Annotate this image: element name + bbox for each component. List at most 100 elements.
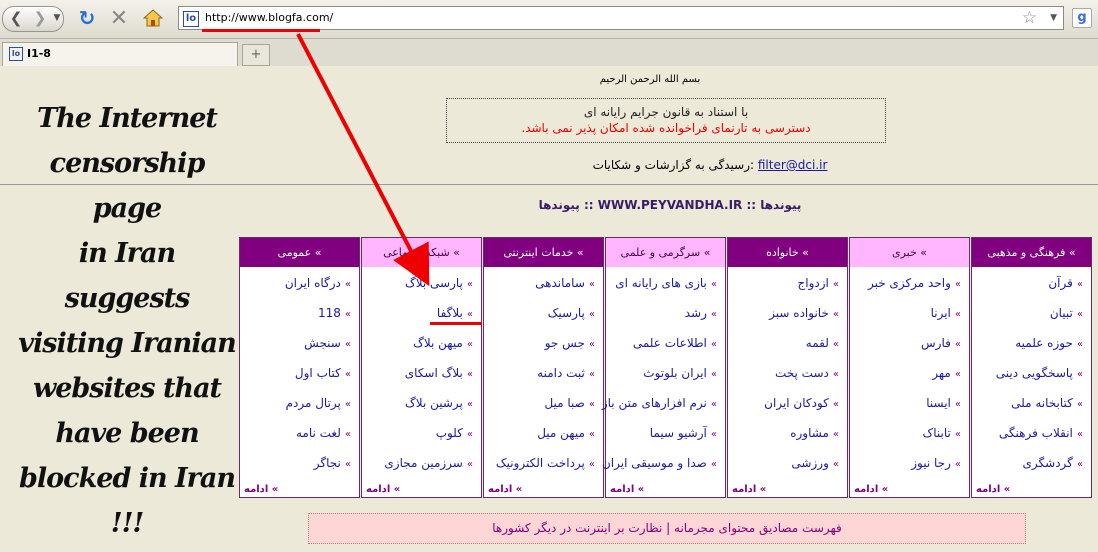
site-link[interactable]: »قرآن xyxy=(1048,276,1083,290)
site-link[interactable]: »کلوپ xyxy=(436,426,473,440)
site-link[interactable]: »پاسخگویی دینی xyxy=(996,366,1083,380)
site-link[interactable]: »اطلاعات علمی xyxy=(633,336,717,350)
url-dropdown-icon[interactable]: ▼ xyxy=(1050,13,1057,23)
site-link[interactable]: »میهن میل xyxy=(537,426,595,440)
footer-link-other-countries[interactable]: نظارت بر اینترنت در دیگر کشورها xyxy=(492,521,662,535)
browser-toolbar: ❮ ❯ ▼ ↻ ✕ lo http://www.blogfa.com/ ☆ ▼ … xyxy=(0,0,1098,39)
site-link[interactable]: »ورزشی xyxy=(791,456,839,470)
site-link[interactable]: »بازی های رایانه ای xyxy=(615,276,717,290)
bullet-icon: » xyxy=(344,459,351,470)
site-link[interactable]: »پارسیک xyxy=(548,306,595,320)
history-dropdown-button[interactable]: ▼ xyxy=(52,7,62,29)
google-search-icon[interactable]: g xyxy=(1072,8,1092,28)
category-title[interactable]: » سرگرمی و علمی xyxy=(606,238,725,267)
site-link[interactable]: »ایران بلوتوث xyxy=(643,366,717,380)
more-link[interactable]: » ادامه xyxy=(610,484,644,495)
site-favicon-icon: lo xyxy=(183,11,199,27)
bookmark-star-icon[interactable]: ☆ xyxy=(1022,8,1037,28)
site-link[interactable]: »جس جو xyxy=(545,336,595,350)
category-title[interactable]: » خدمات اینترنتی xyxy=(484,238,603,267)
site-link[interactable]: »بلاگ اسکای xyxy=(405,366,473,380)
site-link[interactable]: »گردشگری xyxy=(1023,456,1084,470)
site-link-label: کودکان ایران xyxy=(764,396,829,410)
site-link[interactable]: »ایسنا xyxy=(926,396,961,410)
bullet-icon: » xyxy=(344,339,351,350)
category-title[interactable]: » شبکه اجتماعی xyxy=(362,238,481,267)
site-link[interactable]: »فارس xyxy=(921,336,961,350)
site-link[interactable]: »نجاگر xyxy=(314,456,351,470)
site-link[interactable]: »درگاه ایران xyxy=(285,276,351,290)
site-link[interactable]: »دست پخت xyxy=(775,366,839,380)
site-link[interactable]: »پرتال مردم xyxy=(286,396,351,410)
tab-active[interactable]: lo I1-8 xyxy=(2,42,238,66)
site-link[interactable]: »لقمه xyxy=(806,336,839,350)
site-link[interactable]: »آرشیو سیما xyxy=(650,426,717,440)
reload-button[interactable]: ↻ xyxy=(74,6,100,30)
forward-button[interactable]: ❯ xyxy=(30,7,50,29)
site-link[interactable]: »حوزه علمیه xyxy=(1015,336,1083,350)
site-link[interactable]: »پرشین بلاگ xyxy=(405,396,473,410)
site-link[interactable]: »صدا و موسیقی ایران xyxy=(602,456,717,470)
site-link[interactable]: »لغت نامه xyxy=(296,426,351,440)
site-link[interactable]: »تابناک xyxy=(923,426,961,440)
site-link[interactable]: »رشد xyxy=(685,306,717,320)
bullet-icon: » xyxy=(756,484,767,495)
bullet-icon: » xyxy=(710,399,717,410)
back-button[interactable]: ❮ xyxy=(4,7,28,29)
site-link[interactable]: »کتاب اول xyxy=(295,366,351,380)
category-title[interactable]: » خانواده xyxy=(728,238,847,267)
category-title[interactable]: » خبری xyxy=(850,238,969,267)
more-link[interactable]: » ادامه xyxy=(732,484,766,495)
bullet-icon: » xyxy=(311,246,322,259)
site-link[interactable]: »مهر xyxy=(932,366,961,380)
site-link[interactable]: »ازدواج xyxy=(798,276,839,290)
bullet-icon: » xyxy=(832,309,839,320)
site-link[interactable]: »میهن بلاگ xyxy=(413,336,473,350)
bullet-icon: » xyxy=(466,399,473,410)
home-button[interactable] xyxy=(140,7,166,29)
more-link[interactable]: » ادامه xyxy=(488,484,522,495)
site-link[interactable]: »کتابخانه ملی xyxy=(1011,396,1083,410)
site-link[interactable]: »تبیان xyxy=(1050,306,1083,320)
site-link[interactable]: »واحد مرکزی خبر xyxy=(868,276,961,290)
footer-link-criminal-content[interactable]: فهرست مصادیق محتوای مجرمانه xyxy=(674,521,842,535)
address-bar[interactable]: lo http://www.blogfa.com/ ☆ ▼ xyxy=(178,6,1064,30)
site-link-label: 118 xyxy=(317,306,341,320)
stop-button[interactable]: ✕ xyxy=(106,6,132,31)
bullet-icon: » xyxy=(954,429,961,440)
more-link[interactable]: » ادامه xyxy=(366,484,400,495)
site-link[interactable]: »پرداخت الکترونیک xyxy=(496,456,595,470)
site-link[interactable]: »بلاگفا xyxy=(437,306,473,320)
category-title[interactable]: » عمومی xyxy=(240,238,359,267)
complaint-email-link[interactable]: filter@dci.ir xyxy=(758,158,828,172)
site-link[interactable]: »ساماندهی xyxy=(535,276,595,290)
site-link[interactable]: »پارسی بلاگ xyxy=(405,276,473,290)
bullet-icon: » xyxy=(710,309,717,320)
bullet-icon: » xyxy=(710,429,717,440)
more-link[interactable]: » ادامه xyxy=(854,484,888,495)
site-link[interactable]: »نرم افزارهای متن باز xyxy=(602,396,717,410)
site-link[interactable]: »سنجش xyxy=(304,336,351,350)
notice-box: با استناد به قانون جرایم رایانه ای دسترس… xyxy=(446,98,886,143)
caption-line: !!! xyxy=(110,508,145,539)
new-tab-button[interactable]: + xyxy=(242,44,270,66)
site-link[interactable]: »انقلاب فرهنگی xyxy=(999,426,1083,440)
more-link[interactable]: » ادامه xyxy=(244,484,278,495)
site-link[interactable]: »ایرنا xyxy=(931,306,961,320)
site-link[interactable]: »صبا میل xyxy=(544,396,595,410)
chevron-down-icon: ▼ xyxy=(53,13,61,23)
bullet-icon: » xyxy=(344,309,351,320)
url-text[interactable]: http://www.blogfa.com/ xyxy=(205,11,333,24)
site-link[interactable]: »کودکان ایران xyxy=(764,396,839,410)
site-link[interactable]: »رجا نیوز xyxy=(911,456,961,470)
bullet-icon: » xyxy=(588,399,595,410)
site-link[interactable]: »ثبت دامنه xyxy=(537,366,595,380)
peyvandha-title[interactable]: پیوندها :: WWW.PEYVANDHA.IR :: پیوندها xyxy=(500,198,840,212)
site-link[interactable]: »خانواده سبز xyxy=(769,306,839,320)
more-link[interactable]: » ادامه xyxy=(976,484,1010,495)
site-link[interactable]: »118 xyxy=(318,306,351,320)
site-link[interactable]: »سرزمین مجازی xyxy=(384,456,473,470)
site-link[interactable]: »مشاوره xyxy=(790,426,839,440)
bullet-icon: » xyxy=(1076,279,1083,290)
category-title[interactable]: » فرهنگی و مذهبی xyxy=(972,238,1091,267)
